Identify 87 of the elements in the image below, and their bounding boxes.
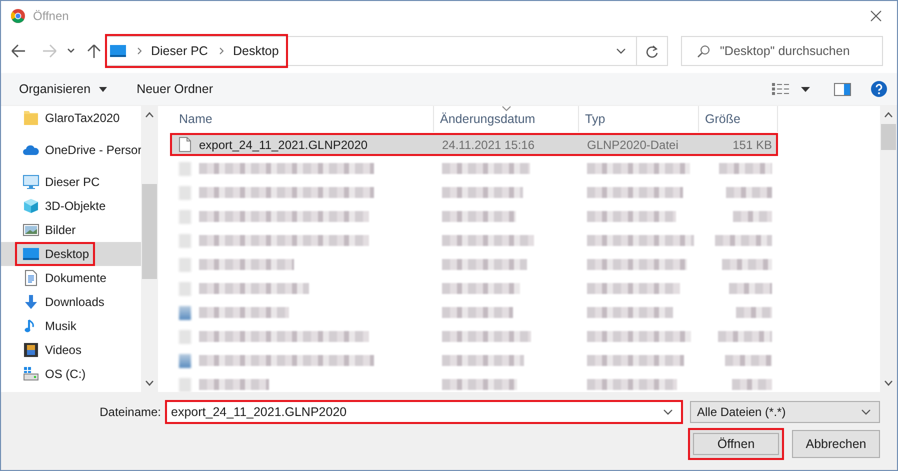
scroll-up-icon[interactable] [145,112,154,118]
blurred-text [199,379,269,390]
sidebar-item[interactable]: GlaroTax2020 [15,106,126,130]
blurred-text [736,307,772,318]
back-arrow-icon[interactable] [11,44,25,58]
dialog-button[interactable]: Abbrechen [792,430,880,458]
table-cell: export_24_11_2021.GLNP2020 [199,138,368,152]
chevron-right-icon [137,47,142,55]
desktop-icon [23,246,39,262]
sidebar-item[interactable]: Musik [15,314,82,338]
caret-down-icon [98,86,107,92]
column-header[interactable]: Typ [579,106,699,132]
table-cell: 151 KB [732,138,772,152]
preview-pane-icon[interactable] [834,82,851,96]
breadcrumb-bar[interactable]: Dieser PC Desktop [105,34,288,68]
file-type-dropdown[interactable]: Alle Dateien (*.*) [690,401,880,423]
blurred-icon [179,330,191,344]
blurred-icon [179,354,191,368]
window-title: Öffnen [33,9,69,23]
sort-caret-icon [502,106,511,111]
blurred-icon [179,306,191,320]
blurred-icon [179,258,191,272]
toolbar-button[interactable]: Organisieren [9,78,117,100]
blurred-icon [179,162,191,176]
column-header[interactable]: Änderungsdatum [434,106,579,132]
blurred-icon [179,210,191,224]
scroll-up-icon[interactable] [884,112,893,118]
browser-icon [11,9,25,23]
table-cell: 24.11.2021 15:16 [442,138,535,152]
sidebar-item[interactable]: Bilder [15,218,82,242]
sidebar-item[interactable]: Videos [15,338,88,362]
blurred-icon [179,282,191,296]
file-row[interactable]: export_24_11_2021.GLNP2020 24.11.2021 15:16 GLNP2020-Datei 151 KB [170,133,778,156]
blurred-text [729,283,772,294]
view-list-icon[interactable] [772,83,789,95]
scroll-down-icon[interactable] [145,380,154,386]
monitor-icon [23,174,39,190]
field-label: Dateiname: [100,405,161,419]
up-arrow-icon[interactable] [87,44,101,58]
column-header[interactable]: Größe [699,106,778,132]
search-icon [697,44,710,58]
sidebar-item[interactable]: Downloads [15,290,110,314]
sidebar-item[interactable]: 3D-Objekte [15,194,112,218]
sidebar-item[interactable]: OS (C:) [15,362,92,386]
sidebar-item[interactable]: Desktop [15,242,96,266]
chevron-down-icon [861,409,871,415]
film-icon [23,342,39,358]
blurred-text [719,163,772,174]
folder-icon [23,110,39,126]
blurred-icon [179,234,191,248]
drive-icon [23,366,39,382]
toolbar-button[interactable]: Neuer Ordner [126,78,224,100]
filename-field[interactable]: export_24_11_2021.GLNP2020 [165,400,683,424]
blurred-text [715,235,772,246]
file-icon [179,137,191,152]
table-cell: GLNP2020-Datei [587,138,678,152]
sidebar-item[interactable]: Dieser PC [15,170,106,194]
scroll-down-icon[interactable] [884,380,893,386]
help-icon[interactable] [871,81,887,97]
column-header[interactable]: Name [166,106,434,132]
blurred-icon [179,186,191,200]
blurred-text [718,331,772,342]
refresh-button[interactable] [636,36,668,66]
picture-icon [23,222,39,238]
chevron-right-icon [218,47,224,55]
cube-icon [23,198,39,214]
sidebar-item[interactable]: Dokumente [15,266,112,290]
blurred-text [733,211,772,222]
blurred-text [732,379,772,390]
breadcrumb-item[interactable]: Desktop [232,44,279,58]
chevron-down-icon [663,409,673,415]
dialog-button[interactable]: Öffnen [688,428,784,460]
chevron-down-icon[interactable] [616,48,626,54]
blurred-text [722,259,772,270]
search-field[interactable]: "Desktop" durchsuchen [681,36,883,66]
blurred-text [442,307,513,318]
blurred-text [725,355,772,366]
down-arrow-icon [23,294,39,310]
scrollbar-thumb[interactable] [142,184,157,279]
blurred-text [726,187,772,198]
document-icon [23,270,39,286]
breadcrumb-item[interactable]: Dieser PC [151,44,208,58]
monitor-icon [110,45,126,57]
scrollbar-thumb[interactable] [881,124,896,150]
close-icon[interactable] [870,10,882,22]
refresh-icon [646,44,658,58]
caret-down-icon[interactable] [801,86,810,92]
